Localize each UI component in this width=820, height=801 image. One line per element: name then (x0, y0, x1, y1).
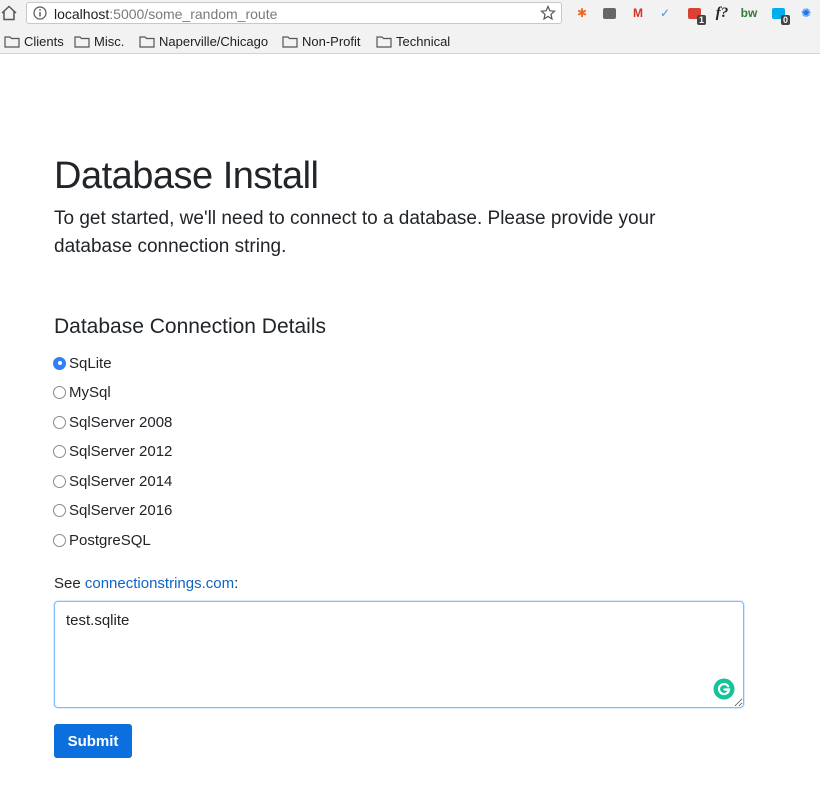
radio-label: PostgreSQL (69, 531, 151, 549)
address-bar[interactable]: localhost:5000/some_random_route (26, 2, 562, 24)
radio-button[interactable] (53, 356, 66, 370)
see-suffix: : (234, 575, 239, 592)
grammarly-icon[interactable] (713, 678, 735, 700)
extension-glyph: M (633, 6, 643, 20)
extension-glyph: ✺ (800, 6, 812, 20)
db-option-sqlserver-2008[interactable]: SqlServer 2008 (53, 412, 172, 432)
bookmark-label: Misc. (94, 33, 125, 49)
radio-label: SqlServer 2008 (69, 413, 173, 431)
check-extension-icon[interactable]: ✓ (657, 5, 673, 21)
bookmarks-bar: Clients Misc. Naperville/Chicago Non-Pro… (0, 28, 820, 54)
bookmark-label: Naperville/Chicago (159, 33, 269, 49)
radio-button[interactable] (53, 445, 66, 458)
orange-asterisk-extension-icon[interactable]: ✱ (574, 5, 590, 21)
todoist-extension-icon[interactable]: 1 (686, 5, 706, 25)
url-text[interactable]: localhost:5000/some_random_route (54, 6, 277, 22)
radio-label: MySql (69, 384, 111, 401)
extension-badge: 0 (780, 15, 790, 25)
url-path: :5000/some_random_route (109, 6, 278, 22)
formula-extension-icon[interactable]: f? (714, 5, 730, 21)
connectionstrings-link[interactable]: connectionstrings.com (85, 575, 234, 592)
extension-glyph: f? (715, 4, 729, 21)
submit-button[interactable]: Submit (54, 724, 132, 758)
folder-icon (139, 35, 155, 48)
browser-toolbar: localhost:5000/some_random_route ✱ M ✓ 1 f? b… (0, 0, 820, 28)
radio-label: SqlServer 2014 (69, 472, 173, 490)
radio-label: SqlServer 2012 (69, 443, 173, 460)
info-icon[interactable] (33, 6, 47, 20)
bookmark-clients[interactable]: Clients (4, 33, 64, 49)
db-option-postgresql[interactable]: PostgreSQL (53, 530, 151, 550)
extension-shape (602, 7, 616, 19)
radio-label: SqLite (69, 354, 112, 372)
connection-help-text: See connectionstrings.com: (54, 574, 238, 594)
radio-button[interactable] (53, 474, 66, 488)
extension-badge: 1 (696, 15, 706, 25)
connection-string-input[interactable] (54, 601, 744, 708)
see-prefix: See (54, 575, 85, 592)
bookmark-non-profit[interactable]: Non-Profit (282, 33, 361, 49)
db-option-sqlserver-2012[interactable]: SqlServer 2012 (53, 442, 172, 462)
db-option-sqlserver-2016[interactable]: SqlServer 2016 (53, 501, 172, 521)
ghostery-extension-icon[interactable]: 0 (770, 5, 790, 25)
camera-extension-icon[interactable] (601, 5, 617, 21)
radio-button[interactable] (53, 533, 66, 547)
section-title: Database Connection Details (54, 315, 326, 338)
bookmark-misc[interactable]: Misc. (74, 33, 124, 49)
lead-text: To get started, we'll need to connect to… (54, 208, 656, 257)
bookmark-label: Technical (396, 33, 451, 49)
folder-icon (74, 35, 90, 48)
radio-button[interactable] (53, 415, 66, 429)
page-title: Database Install (54, 155, 319, 197)
db-option-sqlite[interactable]: SqLite (53, 353, 112, 373)
gmail-extension-icon[interactable]: M (630, 5, 646, 21)
bookmark-naperville-chicago[interactable]: Naperville/Chicago (139, 33, 268, 49)
radio-button[interactable] (53, 386, 66, 399)
db-option-mysql[interactable]: MySql (53, 383, 111, 403)
bw-extension-icon[interactable]: bw (740, 5, 758, 21)
extension-glyph: bw (740, 6, 758, 20)
radio-button[interactable] (53, 504, 66, 517)
bookmark-label: Non-Profit (302, 33, 361, 49)
folder-icon (282, 35, 298, 48)
radio-label: SqlServer 2016 (69, 502, 173, 519)
settings-extension-icon[interactable]: ✺ (798, 5, 814, 21)
folder-icon (376, 35, 392, 48)
url-host: localhost (54, 6, 110, 22)
home-icon[interactable] (0, 4, 18, 22)
extension-glyph: ✱ (576, 6, 588, 20)
bookmark-label: Clients (24, 33, 64, 49)
bookmark-technical[interactable]: Technical (376, 33, 450, 49)
db-option-sqlserver-2014[interactable]: SqlServer 2014 (53, 471, 172, 491)
bookmark-star-icon[interactable] (540, 5, 556, 21)
extension-glyph: ✓ (659, 6, 671, 20)
folder-icon (4, 35, 20, 48)
